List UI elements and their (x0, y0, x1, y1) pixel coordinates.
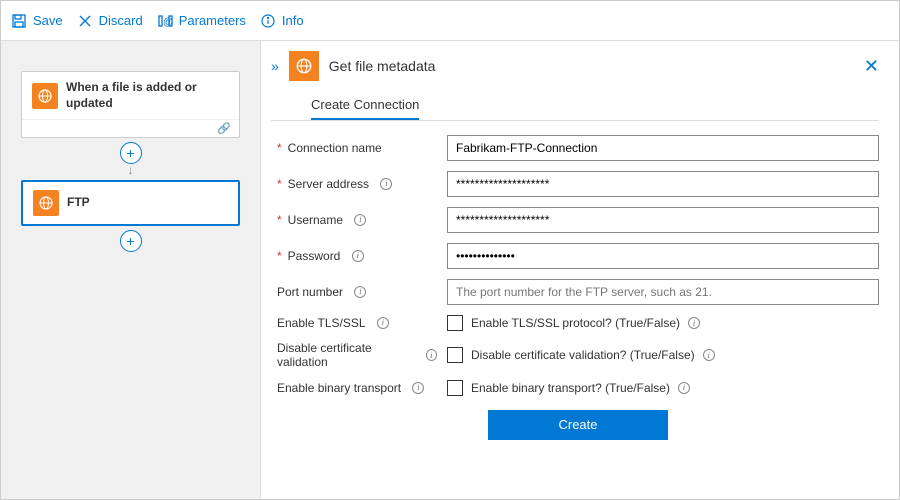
ftp-icon (33, 190, 59, 216)
add-step-button[interactable]: + (120, 142, 142, 164)
port-input[interactable] (447, 279, 879, 305)
connection-form: *Connection name *Server address i *User… (271, 135, 879, 440)
disable-cert-desc: Disable certificate validation? (True/Fa… (471, 348, 695, 362)
enable-binary-desc: Enable binary transport? (True/False) (471, 381, 670, 395)
info-icon[interactable]: i (426, 349, 437, 361)
enable-tls-desc: Enable TLS/SSL protocol? (True/False) (471, 316, 680, 330)
discard-button[interactable]: Discard (77, 13, 143, 29)
info-icon[interactable]: i (678, 382, 690, 394)
info-icon[interactable]: i (380, 178, 392, 190)
info-icon[interactable]: i (354, 286, 366, 298)
port-label: Port number i (277, 285, 437, 299)
info-icon (260, 13, 276, 29)
connection-name-input[interactable] (447, 135, 879, 161)
info-label: Info (282, 13, 304, 28)
link-icon: 🔗 (217, 122, 231, 135)
workflow-canvas: When a file is added or updated 🔗 + ↓ FT… (1, 41, 261, 499)
info-icon[interactable]: i (412, 382, 424, 394)
discard-label: Discard (99, 13, 143, 28)
trigger-node[interactable]: When a file is added or updated 🔗 (21, 71, 240, 138)
collapse-panel-button[interactable]: » (271, 58, 279, 74)
disable-cert-checkbox[interactable] (447, 347, 463, 363)
enable-binary-label: Enable binary transport i (277, 381, 437, 395)
close-panel-button[interactable]: ✕ (864, 56, 879, 77)
close-icon (77, 13, 93, 29)
ftp-icon (289, 51, 319, 81)
parameters-icon: @ (157, 13, 173, 29)
username-input[interactable] (447, 207, 879, 233)
password-label: *Password i (277, 249, 437, 263)
config-panel: » Get file metadata ✕ Create Connection … (261, 41, 899, 499)
save-icon (11, 13, 27, 29)
info-icon[interactable]: i (703, 349, 715, 361)
connection-name-label: *Connection name (277, 141, 437, 155)
parameters-button[interactable]: @ Parameters (157, 13, 246, 29)
save-button[interactable]: Save (11, 13, 63, 29)
enable-tls-label: Enable TLS/SSL i (277, 316, 437, 330)
action-title: FTP (67, 195, 90, 211)
info-icon[interactable]: i (688, 317, 700, 329)
username-label: *Username i (277, 213, 437, 227)
ftp-icon (32, 83, 58, 109)
toolbar: Save Discard @ Parameters Info (1, 1, 899, 41)
panel-title: Get file metadata (329, 58, 436, 74)
panel-tabs: Create Connection (271, 91, 879, 121)
add-step-button[interactable]: + (120, 230, 142, 252)
password-input[interactable] (447, 243, 879, 269)
ftp-action-node[interactable]: FTP (21, 180, 240, 226)
main-area: When a file is added or updated 🔗 + ↓ FT… (1, 41, 899, 499)
create-button[interactable]: Create (488, 410, 668, 440)
arrow-down-icon: ↓ (128, 164, 134, 176)
disable-cert-label: Disable certificate validation i (277, 341, 437, 370)
server-address-label: *Server address i (277, 177, 437, 191)
enable-binary-checkbox[interactable] (447, 380, 463, 396)
tab-create-connection[interactable]: Create Connection (311, 91, 419, 120)
info-icon[interactable]: i (377, 317, 389, 329)
trigger-title: When a file is added or updated (66, 80, 229, 111)
info-icon[interactable]: i (354, 214, 366, 226)
save-label: Save (33, 13, 63, 28)
enable-tls-checkbox[interactable] (447, 315, 463, 331)
server-address-input[interactable] (447, 171, 879, 197)
parameters-label: Parameters (179, 13, 246, 28)
info-icon[interactable]: i (352, 250, 364, 262)
info-button[interactable]: Info (260, 13, 304, 29)
